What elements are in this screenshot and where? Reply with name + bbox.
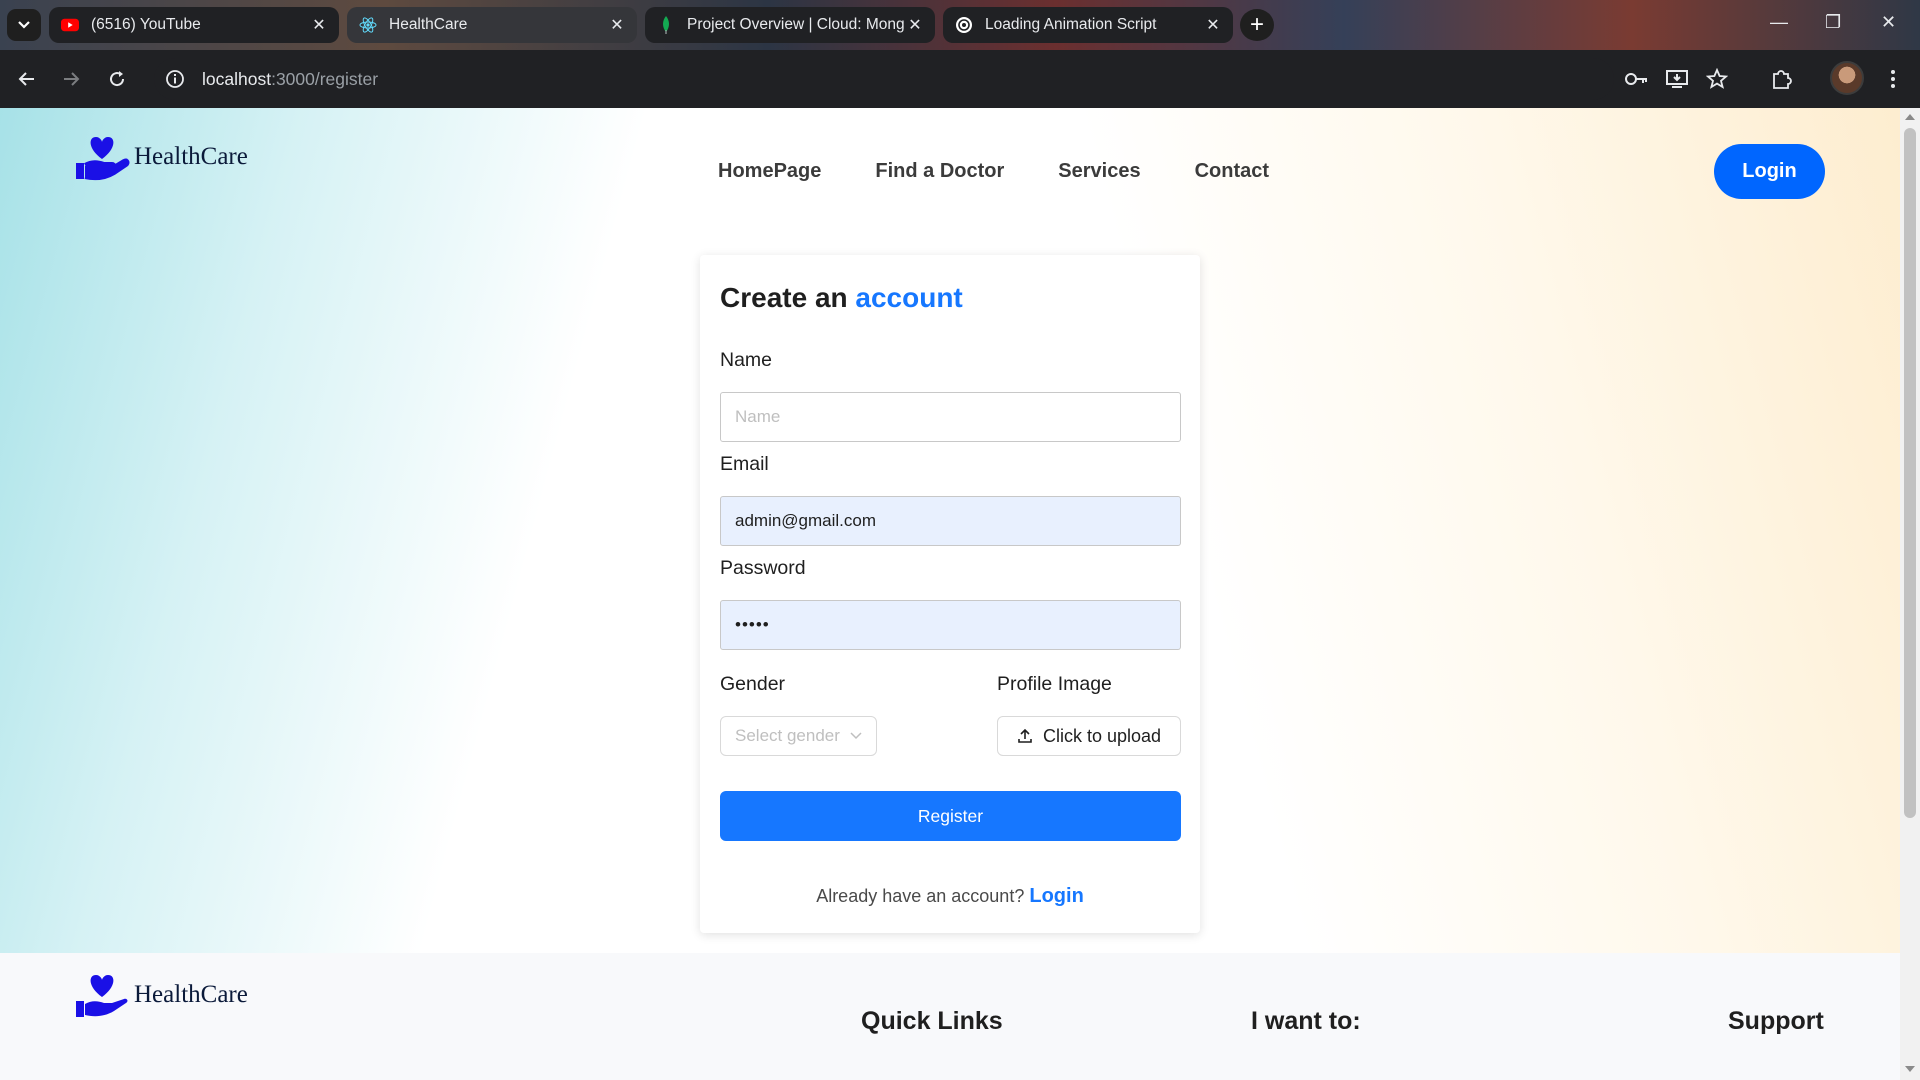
name-label: Name bbox=[720, 349, 773, 371]
scrollbar-thumb[interactable] bbox=[1904, 128, 1916, 818]
reload-button[interactable] bbox=[101, 63, 133, 95]
openai-icon bbox=[955, 16, 973, 34]
minimize-icon[interactable]: — bbox=[1770, 12, 1788, 33]
tab-healthcare[interactable]: HealthCare ✕ bbox=[347, 7, 637, 43]
site-header: HealthCare HomePage Find a Doctor Servic… bbox=[0, 108, 1900, 233]
tab-label: (6516) YouTube bbox=[91, 16, 201, 33]
login-prompt: Already have an account? Login bbox=[700, 885, 1200, 908]
already-text: Already have an account? bbox=[816, 886, 1025, 906]
footer-logo[interactable]: HealthCare bbox=[74, 971, 248, 1019]
browser-menu-icon[interactable] bbox=[1879, 65, 1907, 93]
tab-label: HealthCare bbox=[389, 16, 468, 33]
password-key-icon[interactable] bbox=[1623, 65, 1651, 93]
password-mask: ••••• bbox=[735, 615, 770, 634]
form-title-prefix: Create an bbox=[720, 282, 848, 313]
email-label: Email bbox=[720, 453, 769, 475]
upload-icon bbox=[1018, 728, 1032, 743]
heart-hand-logo-icon bbox=[76, 975, 128, 1017]
footer-brand-name: HealthCare bbox=[134, 981, 248, 1008]
bookmark-star-icon[interactable] bbox=[1703, 65, 1731, 93]
profile-avatar[interactable] bbox=[1830, 61, 1864, 95]
close-icon[interactable]: ✕ bbox=[607, 15, 627, 35]
tab-label: Loading Animation Script bbox=[985, 16, 1157, 33]
email-value: admin@gmail.com bbox=[735, 511, 877, 530]
nav-item-find-a-doctor[interactable]: Find a Doctor bbox=[875, 160, 1004, 183]
form-title: Create an account bbox=[720, 282, 963, 314]
password-label: Password bbox=[720, 557, 806, 579]
nav-item-homepage[interactable]: HomePage bbox=[718, 160, 821, 183]
close-icon[interactable]: ✕ bbox=[905, 15, 925, 35]
page-scrollbar[interactable] bbox=[1900, 108, 1920, 1080]
chevron-down-icon bbox=[850, 732, 862, 740]
nav-item-services[interactable]: Services bbox=[1058, 160, 1140, 183]
name-input[interactable]: Name bbox=[720, 392, 1181, 442]
youtube-icon bbox=[61, 16, 79, 34]
password-input[interactable]: ••••• bbox=[720, 600, 1181, 650]
reload-icon bbox=[110, 71, 125, 87]
back-button[interactable] bbox=[11, 63, 43, 95]
mongodb-leaf-icon bbox=[657, 16, 675, 34]
site-info-icon[interactable] bbox=[162, 66, 188, 92]
react-icon bbox=[359, 16, 377, 34]
close-icon[interactable]: ✕ bbox=[309, 15, 329, 35]
upload-button[interactable]: Click to upload bbox=[997, 716, 1181, 756]
form-title-accent: account bbox=[855, 282, 963, 313]
site-logo[interactable]: HealthCare bbox=[74, 133, 248, 181]
chevron-down-icon bbox=[18, 21, 30, 29]
address-bar[interactable]: localhost:3000/register bbox=[154, 58, 1614, 100]
new-tab-button[interactable]: + bbox=[1240, 9, 1274, 41]
name-placeholder: Name bbox=[735, 407, 781, 426]
page-viewport: HealthCare HomePage Find a Doctor Servic… bbox=[0, 108, 1900, 1080]
scroll-down-arrow-icon[interactable] bbox=[1905, 1066, 1915, 1072]
footer-heading-quick-links: Quick Links bbox=[861, 1007, 1003, 1035]
register-card: Create an account Name Name Email admin@… bbox=[700, 255, 1200, 933]
tab-youtube[interactable]: (6516) YouTube ✕ bbox=[49, 7, 339, 43]
gender-label: Gender bbox=[720, 673, 786, 695]
register-button[interactable]: Register bbox=[720, 791, 1181, 841]
upload-label: Click to upload bbox=[1042, 725, 1162, 746]
browser-tab-strip: (6516) YouTube ✕ HealthCare ✕ Project Ov… bbox=[0, 0, 1920, 50]
install-app-icon[interactable] bbox=[1663, 65, 1691, 93]
browser-toolbar: localhost:3000/register bbox=[0, 50, 1920, 108]
close-icon[interactable]: ✕ bbox=[1203, 15, 1223, 35]
url-text: localhost:3000/register bbox=[202, 69, 378, 90]
main-nav: HomePage Find a Doctor Services Contact bbox=[718, 160, 1269, 183]
plus-icon: + bbox=[1249, 11, 1264, 38]
nav-item-contact[interactable]: Contact bbox=[1195, 160, 1269, 183]
extensions-puzzle-icon[interactable] bbox=[1767, 65, 1795, 93]
tab-loading-animation[interactable]: Loading Animation Script ✕ bbox=[943, 7, 1233, 43]
login-link[interactable]: Login bbox=[1029, 885, 1083, 907]
url-path: :3000/register bbox=[271, 68, 379, 89]
arrow-left-icon bbox=[18, 72, 34, 86]
window-close-icon[interactable]: ✕ bbox=[1881, 12, 1896, 33]
tab-search-button[interactable] bbox=[7, 9, 41, 41]
gender-select[interactable]: Select gender bbox=[720, 716, 877, 756]
restore-icon[interactable]: ❐ bbox=[1825, 12, 1841, 33]
profile-image-label: Profile Image bbox=[997, 673, 1112, 695]
header-login-button[interactable]: Login bbox=[1714, 144, 1825, 199]
tab-label: Project Overview | Cloud: Mong bbox=[687, 16, 905, 33]
brand-name: HealthCare bbox=[134, 143, 248, 170]
scroll-up-arrow-icon[interactable] bbox=[1905, 114, 1915, 120]
url-host: localhost bbox=[202, 68, 272, 89]
tab-mongodb[interactable]: Project Overview | Cloud: Mong ✕ bbox=[645, 7, 935, 43]
site-footer: HealthCare Quick Links I want to: Suppor… bbox=[0, 953, 1900, 1080]
footer-heading-i-want-to: I want to: bbox=[1251, 1007, 1361, 1035]
heart-hand-logo-icon bbox=[76, 137, 130, 181]
arrow-right-icon bbox=[64, 72, 80, 86]
footer-heading-support: Support bbox=[1728, 1007, 1824, 1035]
email-input[interactable]: admin@gmail.com bbox=[720, 496, 1181, 546]
forward-button[interactable] bbox=[55, 63, 87, 95]
gender-placeholder: Select gender bbox=[735, 726, 840, 745]
